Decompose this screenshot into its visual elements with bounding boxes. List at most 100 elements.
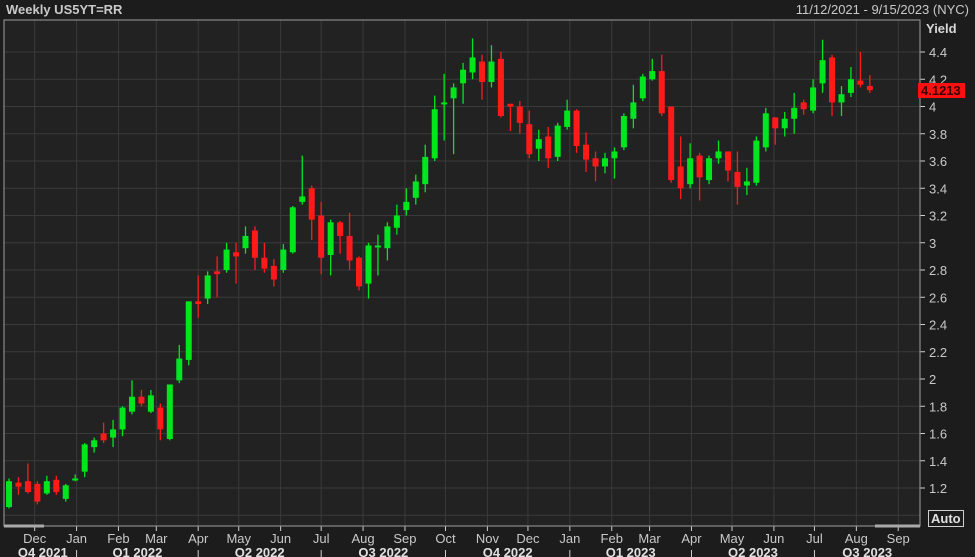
candle-up[interactable] <box>412 181 419 198</box>
candle-up[interactable] <box>242 235 249 249</box>
candle-up[interactable] <box>441 102 448 105</box>
candle-up[interactable] <box>706 158 713 181</box>
candle-down[interactable] <box>800 102 807 110</box>
candle-down[interactable] <box>772 117 779 129</box>
candle-up[interactable] <box>450 87 457 99</box>
candle-down[interactable] <box>866 86 873 91</box>
candle-up[interactable] <box>847 79 854 93</box>
candle-up[interactable] <box>810 87 817 111</box>
x-tick-label: Aug <box>845 531 868 546</box>
candle-up[interactable] <box>781 118 788 129</box>
candlestick-chart[interactable]: 1.2 1.4 1.6 1.8 2 2.2 2.4 2.6 2.8 3 3.2 3.4 3.6 3.8 4 4… <box>0 0 975 557</box>
candle-down[interactable] <box>53 479 60 493</box>
candle-up[interactable] <box>403 201 410 211</box>
candle-up[interactable] <box>601 158 608 167</box>
candle-up[interactable] <box>365 245 372 284</box>
candle-up[interactable] <box>91 440 98 448</box>
auto-scale-button[interactable]: Auto <box>928 510 964 527</box>
candle-up[interactable] <box>43 481 50 494</box>
candle-down[interactable] <box>583 144 590 160</box>
candle-up[interactable] <box>422 156 429 185</box>
candle-up[interactable] <box>431 109 438 159</box>
candle-down[interactable] <box>15 482 22 487</box>
candle-up[interactable] <box>649 71 656 80</box>
x-tick-label: Mar <box>145 531 168 546</box>
candle-up[interactable] <box>327 222 334 256</box>
candle-up[interactable] <box>687 158 694 185</box>
candle-down[interactable] <box>337 222 344 236</box>
candle-up[interactable] <box>384 226 391 249</box>
candle-down[interactable] <box>214 271 221 275</box>
candle-up[interactable] <box>469 57 476 73</box>
candle-up[interactable] <box>488 61 495 82</box>
candle-down[interactable] <box>857 80 864 85</box>
candle-up[interactable] <box>819 60 826 84</box>
candle-up[interactable] <box>299 196 306 202</box>
candle-down[interactable] <box>261 257 268 269</box>
candle-down[interactable] <box>157 407 164 430</box>
candle-down[interactable] <box>346 235 353 261</box>
candle-up[interactable] <box>838 94 845 103</box>
candle-down[interactable] <box>318 215 325 258</box>
candle-down[interactable] <box>100 433 107 441</box>
candle-up[interactable] <box>289 207 296 253</box>
candle-down[interactable] <box>658 71 665 114</box>
last-value-tag: 4.1213 <box>918 83 965 98</box>
candle-up[interactable] <box>280 249 287 270</box>
candle-down[interactable] <box>677 166 684 189</box>
y-tick-label: 3.4 <box>929 181 947 196</box>
candle-down[interactable] <box>668 106 675 181</box>
candle-up[interactable] <box>753 140 760 183</box>
candle-up[interactable] <box>535 139 542 149</box>
candle-down[interactable] <box>516 106 523 123</box>
candle-down[interactable] <box>479 61 485 82</box>
candle-down[interactable] <box>251 230 258 258</box>
candle-up[interactable] <box>81 444 88 472</box>
candle-up[interactable] <box>611 151 618 159</box>
candle-down[interactable] <box>356 257 363 287</box>
candle-up[interactable] <box>554 125 561 157</box>
candle-up[interactable] <box>62 485 69 499</box>
candle-down[interactable] <box>195 301 202 305</box>
candle-down[interactable] <box>829 57 836 103</box>
candle-up[interactable] <box>204 275 211 299</box>
candle-down[interactable] <box>734 171 741 187</box>
candle-up[interactable] <box>715 151 722 159</box>
candle-down[interactable] <box>696 155 703 178</box>
candle-down[interactable] <box>24 481 31 493</box>
candle-down[interactable] <box>545 136 552 159</box>
candle-down[interactable] <box>138 396 145 404</box>
candle-down[interactable] <box>34 483 41 502</box>
candle-down[interactable] <box>573 110 580 147</box>
candle-up[interactable] <box>620 116 627 148</box>
candle-up[interactable] <box>119 407 126 430</box>
candle-up[interactable] <box>185 301 192 360</box>
candle-up[interactable] <box>460 69 467 84</box>
candle-down[interactable] <box>592 158 599 167</box>
candle-up[interactable] <box>639 76 646 99</box>
candle-up[interactable] <box>176 358 183 381</box>
candle-up[interactable] <box>72 478 79 481</box>
candle-down[interactable] <box>526 124 533 155</box>
candle-down[interactable] <box>507 103 514 107</box>
x-tick-label: May <box>226 531 251 546</box>
candle-down[interactable] <box>308 188 315 220</box>
candle-down[interactable] <box>497 58 504 117</box>
x-tick-label: May <box>720 531 745 546</box>
candle-down[interactable] <box>724 151 731 171</box>
candle-up[interactable] <box>374 245 381 248</box>
candle-up[interactable] <box>791 107 798 119</box>
candle-up[interactable] <box>110 429 117 438</box>
candle-up[interactable] <box>6 481 12 508</box>
candle-down[interactable] <box>270 265 277 280</box>
candle-up[interactable] <box>128 396 135 412</box>
candle-up[interactable] <box>223 249 230 270</box>
candle-up[interactable] <box>762 113 769 148</box>
candle-up[interactable] <box>564 110 571 127</box>
candle-up[interactable] <box>147 395 154 412</box>
candle-up[interactable] <box>630 102 637 119</box>
candle-down[interactable] <box>233 252 240 257</box>
candle-up[interactable] <box>743 181 750 186</box>
candle-up[interactable] <box>393 215 400 228</box>
candle-up[interactable] <box>166 384 173 439</box>
